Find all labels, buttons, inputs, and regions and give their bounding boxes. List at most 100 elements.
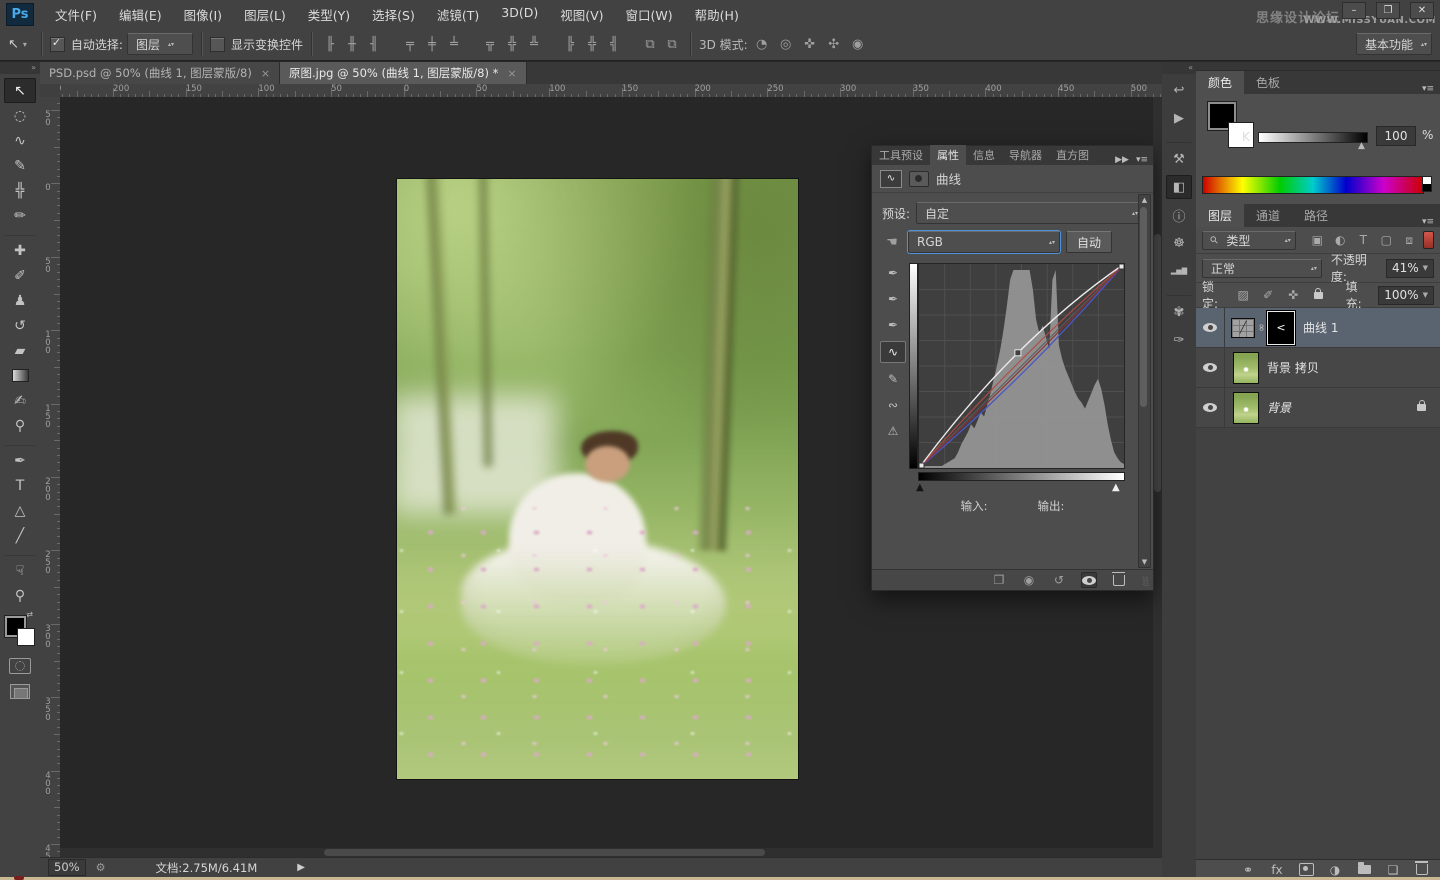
filter-toggle-switch[interactable] xyxy=(1423,231,1434,249)
auto-select-checkbox[interactable] xyxy=(50,37,65,52)
marquee-tool[interactable]: ◌ xyxy=(4,103,36,128)
new-group-icon[interactable] xyxy=(1356,863,1372,877)
pen-tool[interactable]: ✒ xyxy=(4,445,36,473)
history-panel-icon[interactable]: ↩ xyxy=(1166,78,1192,102)
filter-adjustment-layers-icon[interactable]: ◐ xyxy=(1332,233,1349,248)
filter-smart-objects-icon[interactable]: ⧈ xyxy=(1401,233,1418,248)
brush-panel-icon[interactable]: ✾ xyxy=(1166,295,1192,324)
smudge-tool[interactable]: ✍ xyxy=(4,388,36,413)
properties-scrollbar[interactable]: ▲ ▼ xyxy=(1138,194,1151,568)
distribute-top-icon[interactable]: ╦ xyxy=(480,34,500,54)
visibility-cell[interactable] xyxy=(1196,308,1225,347)
spectrum-bw-wells[interactable] xyxy=(1422,176,1432,192)
close-tab-icon[interactable]: × xyxy=(261,67,270,80)
visibility-cell[interactable] xyxy=(1196,388,1225,427)
crop-tool[interactable]: ╬ xyxy=(4,178,36,203)
canvas-vertical-scrollbar[interactable] xyxy=(1153,97,1162,857)
fill-value-field[interactable]: 100% ▼ xyxy=(1378,286,1434,305)
tab-channels[interactable]: 通道 xyxy=(1244,204,1292,227)
background-color-swatch[interactable] xyxy=(17,628,35,646)
navigator-panel-icon[interactable]: ☸ xyxy=(1166,231,1192,255)
black-point-slider[interactable]: ▲ xyxy=(916,482,924,493)
visibility-toggle-icon[interactable] xyxy=(1081,572,1097,588)
status-gear-icon[interactable]: ⚙ xyxy=(96,861,106,874)
edit-curve-points-icon[interactable]: ∿ xyxy=(880,341,906,363)
lasso-tool[interactable]: ∿ xyxy=(4,128,36,153)
layer-row-background-copy[interactable]: 背景 拷贝 xyxy=(1196,348,1440,388)
delete-adjustment-icon[interactable] xyxy=(1111,572,1127,588)
info-panel-icon[interactable]: ⓘ xyxy=(1166,203,1192,227)
properties-panel-icon[interactable]: ◧ xyxy=(1166,175,1192,199)
eye-icon[interactable] xyxy=(1203,363,1217,372)
lock-all-icon[interactable] xyxy=(1310,288,1327,302)
ruler-origin-box[interactable] xyxy=(40,84,61,98)
document-tab-active[interactable]: 原图.jpg @ 50% (曲线 1, 图层蒙版/8) * × xyxy=(280,62,527,84)
clip-to-layer-icon[interactable]: ❐ xyxy=(991,572,1007,588)
show-transform-checkbox[interactable] xyxy=(210,37,225,52)
link-layers-icon[interactable]: ⚭ xyxy=(1240,863,1256,877)
screen-mode-button[interactable] xyxy=(10,684,30,699)
lock-paint-icon[interactable]: ✐ xyxy=(1260,288,1277,302)
delete-layer-icon[interactable] xyxy=(1414,863,1430,877)
targeted-adjustment-icon[interactable]: ☚ xyxy=(882,232,902,252)
layer-row-background[interactable]: 背景 xyxy=(1196,388,1440,428)
document-tab[interactable]: PSD.psd @ 50% (曲线 1, 图层蒙版/8) × xyxy=(40,62,280,84)
new-layer-icon[interactable]: ❏ xyxy=(1385,863,1401,877)
toolbar-collapse-icon[interactable]: » xyxy=(0,62,40,74)
distribute-vertical-centers-icon[interactable]: ╬ xyxy=(502,34,522,54)
tab-color[interactable]: 颜色 xyxy=(1196,71,1244,94)
tool-preset-dropdown-icon[interactable]: ▾ xyxy=(23,40,27,49)
clipping-warning-icon[interactable]: ⚠ xyxy=(881,421,905,441)
auto-select-dropdown[interactable]: 图层 ▴▾ xyxy=(127,33,193,55)
tool-presets-panel-icon[interactable]: ⚒ xyxy=(1166,142,1192,171)
clone-stamp-tool[interactable]: ♟ xyxy=(4,288,36,313)
filter-pixel-layers-icon[interactable]: ▣ xyxy=(1309,233,1326,248)
menu-t[interactable]: 滤镜(T) xyxy=(426,5,490,24)
scroll-down-icon[interactable]: ▼ xyxy=(1139,558,1150,566)
dodge-tool[interactable]: ⚲ xyxy=(4,413,36,438)
menu-y[interactable]: 类型(Y) xyxy=(297,5,361,24)
add-layer-mask-icon[interactable] xyxy=(1298,863,1314,877)
tab-navigator[interactable]: 导航器 xyxy=(1002,145,1049,165)
tab-paths[interactable]: 路径 xyxy=(1292,204,1340,227)
gray-point-eyedropper-icon[interactable]: ✒ xyxy=(881,289,905,309)
view-previous-state-icon[interactable]: ◉ xyxy=(1021,572,1037,588)
move-tool[interactable]: ↖ xyxy=(4,78,36,103)
mask-link-icon[interactable]: ∞ xyxy=(1256,322,1267,334)
blend-mode-dropdown[interactable]: 正常 ▴▾ xyxy=(1202,259,1322,278)
smooth-curve-icon[interactable]: ∾ xyxy=(881,395,905,415)
3d-object-slide-icon[interactable]: ✣ xyxy=(824,34,844,54)
quick-mask-button[interactable] xyxy=(9,658,31,674)
align-top-edges-icon[interactable]: ╟ xyxy=(320,34,340,54)
auto-blend-icon[interactable]: ⧉ xyxy=(662,34,682,54)
visibility-cell[interactable] xyxy=(1196,348,1225,387)
curves-adjustment-thumbnail[interactable]: ╱ xyxy=(1231,318,1255,338)
layer-row-curves[interactable]: ╱ ∞ < 曲线 1 xyxy=(1196,308,1440,348)
canvas-horizontal-scrollbar[interactable] xyxy=(60,848,1162,857)
layer-name[interactable]: 背景 xyxy=(1267,399,1291,416)
background-color-swatch[interactable] xyxy=(1228,122,1254,148)
align-right-edges-icon[interactable]: ╧ xyxy=(444,34,464,54)
menu-h[interactable]: 帮助(H) xyxy=(684,5,750,24)
tab-swatches[interactable]: 色板 xyxy=(1244,71,1292,94)
eyedropper-tool[interactable]: ✏ xyxy=(4,203,36,228)
panel-menu-icon[interactable]: ▾≡ xyxy=(1136,155,1148,165)
white-point-eyedropper-icon[interactable]: ✒ xyxy=(881,315,905,335)
align-horizontal-centers-icon[interactable]: ╪ xyxy=(422,34,442,54)
restore-button[interactable]: ❐ xyxy=(1376,2,1400,19)
close-tab-icon[interactable]: × xyxy=(507,67,516,80)
scroll-up-icon[interactable]: ▲ xyxy=(1139,196,1150,204)
panel-resize-grip[interactable]: ░ xyxy=(1143,577,1150,586)
zoom-tool[interactable]: ⚲ xyxy=(4,583,36,608)
layer-mask-thumbnail[interactable]: < xyxy=(1267,311,1295,345)
status-options-arrow-icon[interactable]: ▶ xyxy=(297,862,305,873)
menu-e[interactable]: 编辑(E) xyxy=(108,5,173,24)
collapse-panel-icon[interactable]: ▶▶ xyxy=(1115,155,1129,165)
layer-thumbnail[interactable] xyxy=(1233,352,1259,384)
3d-object-rotate-icon[interactable]: ◔ xyxy=(752,34,772,54)
menu-s[interactable]: 选择(S) xyxy=(361,5,426,24)
auto-button[interactable]: 自动 xyxy=(1066,231,1112,253)
workspace-dropdown[interactable]: 基本功能 ▴▾ xyxy=(1356,33,1432,55)
type-tool[interactable]: T xyxy=(4,473,36,498)
menu-l[interactable]: 图层(L) xyxy=(233,5,297,24)
